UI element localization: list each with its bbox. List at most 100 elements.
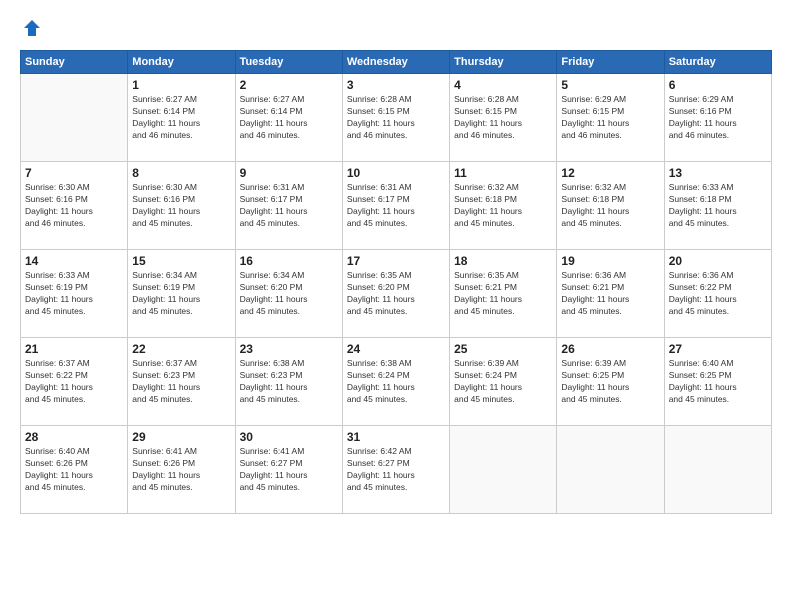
day-number: 23 <box>240 342 338 356</box>
calendar-cell: 21 Sunrise: 6:37 AM Sunset: 6:22 PM Dayli… <box>21 338 128 426</box>
calendar-cell: 22Sunrise: 6:37 AM Sunset: 6:23 PM Dayli… <box>128 338 235 426</box>
logo <box>20 18 42 38</box>
calendar-cell: 6 Sunrise: 6:29 AM Sunset: 6:16 PM Daylig… <box>664 74 771 162</box>
calendar-cell <box>21 74 128 162</box>
weekday-header-wednesday: Wednesday <box>342 51 449 74</box>
day-info: Sunrise: 6:40 AM Sunset: 6:26 PM Dayligh… <box>25 446 123 494</box>
weekday-header-tuesday: Tuesday <box>235 51 342 74</box>
day-info: Sunrise: 6:38 AM Sunset: 6:24 PM Dayligh… <box>347 358 445 406</box>
calendar-cell: 2Sunrise: 6:27 AM Sunset: 6:14 PM Daylig… <box>235 74 342 162</box>
day-number: 15 <box>132 254 230 268</box>
day-number: 13 <box>669 166 767 180</box>
day-info: Sunrise: 6:37 AM Sunset: 6:22 PM Dayligh… <box>25 358 123 406</box>
calendar-cell: 8 Sunrise: 6:30 AM Sunset: 6:16 PM Daylig… <box>128 162 235 250</box>
day-info: Sunrise: 6:39 AM Sunset: 6:24 PM Dayligh… <box>454 358 552 406</box>
calendar-cell: 11 Sunrise: 6:32 AM Sunset: 6:18 PM Dayli… <box>450 162 557 250</box>
day-number: 20 <box>669 254 767 268</box>
day-number: 25 <box>454 342 552 356</box>
calendar-cell: 15Sunrise: 6:34 AM Sunset: 6:19 PM Dayli… <box>128 250 235 338</box>
header <box>20 18 772 38</box>
day-info: Sunrise: 6:39 AM Sunset: 6:25 PM Dayligh… <box>561 358 659 406</box>
day-number: 5 <box>561 78 659 92</box>
calendar-cell: 10 Sunrise: 6:31 AM Sunset: 6:17 PM Dayli… <box>342 162 449 250</box>
day-number: 18 <box>454 254 552 268</box>
calendar-cell: 17 Sunrise: 6:35 AM Sunset: 6:20 PM Dayli… <box>342 250 449 338</box>
day-info: Sunrise: 6:38 AM Sunset: 6:23 PM Dayligh… <box>240 358 338 406</box>
day-info: Sunrise: 6:28 AM Sunset: 6:15 PM Dayligh… <box>347 94 445 142</box>
day-info: Sunrise: 6:40 AM Sunset: 6:25 PM Dayligh… <box>669 358 767 406</box>
calendar-cell: 31 Sunrise: 6:42 AM Sunset: 6:27 PM Dayli… <box>342 426 449 514</box>
day-number: 3 <box>347 78 445 92</box>
calendar-cell: 26Sunrise: 6:39 AM Sunset: 6:25 PM Dayli… <box>557 338 664 426</box>
day-info: Sunrise: 6:33 AM Sunset: 6:18 PM Dayligh… <box>669 182 767 230</box>
calendar-cell: 14 Sunrise: 6:33 AM Sunset: 6:19 PM Dayli… <box>21 250 128 338</box>
calendar-cell: 28Sunrise: 6:40 AM Sunset: 6:26 PM Dayli… <box>21 426 128 514</box>
day-info: Sunrise: 6:31 AM Sunset: 6:17 PM Dayligh… <box>240 182 338 230</box>
calendar-cell: 23 Sunrise: 6:38 AM Sunset: 6:23 PM Dayli… <box>235 338 342 426</box>
page: SundayMondayTuesdayWednesdayThursdayFrid… <box>0 0 792 612</box>
day-info: Sunrise: 6:32 AM Sunset: 6:18 PM Dayligh… <box>454 182 552 230</box>
day-info: Sunrise: 6:28 AM Sunset: 6:15 PM Dayligh… <box>454 94 552 142</box>
day-info: Sunrise: 6:27 AM Sunset: 6:14 PM Dayligh… <box>240 94 338 142</box>
day-info: Sunrise: 6:27 AM Sunset: 6:14 PM Dayligh… <box>132 94 230 142</box>
day-info: Sunrise: 6:35 AM Sunset: 6:20 PM Dayligh… <box>347 270 445 318</box>
day-info: Sunrise: 6:31 AM Sunset: 6:17 PM Dayligh… <box>347 182 445 230</box>
day-info: Sunrise: 6:30 AM Sunset: 6:16 PM Dayligh… <box>132 182 230 230</box>
day-number: 19 <box>561 254 659 268</box>
calendar-cell: 20 Sunrise: 6:36 AM Sunset: 6:22 PM Dayli… <box>664 250 771 338</box>
calendar-cell: 9 Sunrise: 6:31 AM Sunset: 6:17 PM Daylig… <box>235 162 342 250</box>
day-number: 14 <box>25 254 123 268</box>
day-info: Sunrise: 6:36 AM Sunset: 6:21 PM Dayligh… <box>561 270 659 318</box>
day-number: 12 <box>561 166 659 180</box>
calendar-cell: 30 Sunrise: 6:41 AM Sunset: 6:27 PM Dayli… <box>235 426 342 514</box>
calendar-cell <box>557 426 664 514</box>
calendar-cell <box>664 426 771 514</box>
calendar-table: SundayMondayTuesdayWednesdayThursdayFrid… <box>20 50 772 514</box>
day-number: 16 <box>240 254 338 268</box>
day-number: 29 <box>132 430 230 444</box>
calendar-week-row: 7 Sunrise: 6:30 AM Sunset: 6:16 PM Daylig… <box>21 162 772 250</box>
calendar-cell: 1Sunrise: 6:27 AM Sunset: 6:14 PM Daylig… <box>128 74 235 162</box>
day-number: 7 <box>25 166 123 180</box>
day-number: 11 <box>454 166 552 180</box>
calendar-cell <box>450 426 557 514</box>
calendar-cell: 27Sunrise: 6:40 AM Sunset: 6:25 PM Dayli… <box>664 338 771 426</box>
calendar-week-row: 1Sunrise: 6:27 AM Sunset: 6:14 PM Daylig… <box>21 74 772 162</box>
day-number: 9 <box>240 166 338 180</box>
day-info: Sunrise: 6:42 AM Sunset: 6:27 PM Dayligh… <box>347 446 445 494</box>
day-info: Sunrise: 6:32 AM Sunset: 6:18 PM Dayligh… <box>561 182 659 230</box>
day-info: Sunrise: 6:36 AM Sunset: 6:22 PM Dayligh… <box>669 270 767 318</box>
calendar-cell: 13 Sunrise: 6:33 AM Sunset: 6:18 PM Dayli… <box>664 162 771 250</box>
calendar-week-row: 14 Sunrise: 6:33 AM Sunset: 6:19 PM Dayli… <box>21 250 772 338</box>
calendar-week-row: 28Sunrise: 6:40 AM Sunset: 6:26 PM Dayli… <box>21 426 772 514</box>
calendar-cell: 7 Sunrise: 6:30 AM Sunset: 6:16 PM Daylig… <box>21 162 128 250</box>
weekday-header-row: SundayMondayTuesdayWednesdayThursdayFrid… <box>21 51 772 74</box>
weekday-header-friday: Friday <box>557 51 664 74</box>
day-number: 17 <box>347 254 445 268</box>
day-info: Sunrise: 6:41 AM Sunset: 6:27 PM Dayligh… <box>240 446 338 494</box>
day-number: 8 <box>132 166 230 180</box>
calendar-cell: 12 Sunrise: 6:32 AM Sunset: 6:18 PM Dayli… <box>557 162 664 250</box>
calendar-cell: 24 Sunrise: 6:38 AM Sunset: 6:24 PM Dayli… <box>342 338 449 426</box>
logo-icon <box>22 18 42 38</box>
day-info: Sunrise: 6:30 AM Sunset: 6:16 PM Dayligh… <box>25 182 123 230</box>
calendar-cell: 29Sunrise: 6:41 AM Sunset: 6:26 PM Dayli… <box>128 426 235 514</box>
day-info: Sunrise: 6:29 AM Sunset: 6:15 PM Dayligh… <box>561 94 659 142</box>
day-info: Sunrise: 6:33 AM Sunset: 6:19 PM Dayligh… <box>25 270 123 318</box>
weekday-header-sunday: Sunday <box>21 51 128 74</box>
day-number: 30 <box>240 430 338 444</box>
day-info: Sunrise: 6:34 AM Sunset: 6:20 PM Dayligh… <box>240 270 338 318</box>
day-info: Sunrise: 6:35 AM Sunset: 6:21 PM Dayligh… <box>454 270 552 318</box>
weekday-header-thursday: Thursday <box>450 51 557 74</box>
day-number: 22 <box>132 342 230 356</box>
weekday-header-saturday: Saturday <box>664 51 771 74</box>
day-number: 21 <box>25 342 123 356</box>
day-number: 6 <box>669 78 767 92</box>
day-info: Sunrise: 6:29 AM Sunset: 6:16 PM Dayligh… <box>669 94 767 142</box>
day-number: 31 <box>347 430 445 444</box>
day-number: 10 <box>347 166 445 180</box>
calendar-week-row: 21 Sunrise: 6:37 AM Sunset: 6:22 PM Dayli… <box>21 338 772 426</box>
calendar-cell: 5 Sunrise: 6:29 AM Sunset: 6:15 PM Daylig… <box>557 74 664 162</box>
calendar-cell: 16 Sunrise: 6:34 AM Sunset: 6:20 PM Dayli… <box>235 250 342 338</box>
day-number: 24 <box>347 342 445 356</box>
